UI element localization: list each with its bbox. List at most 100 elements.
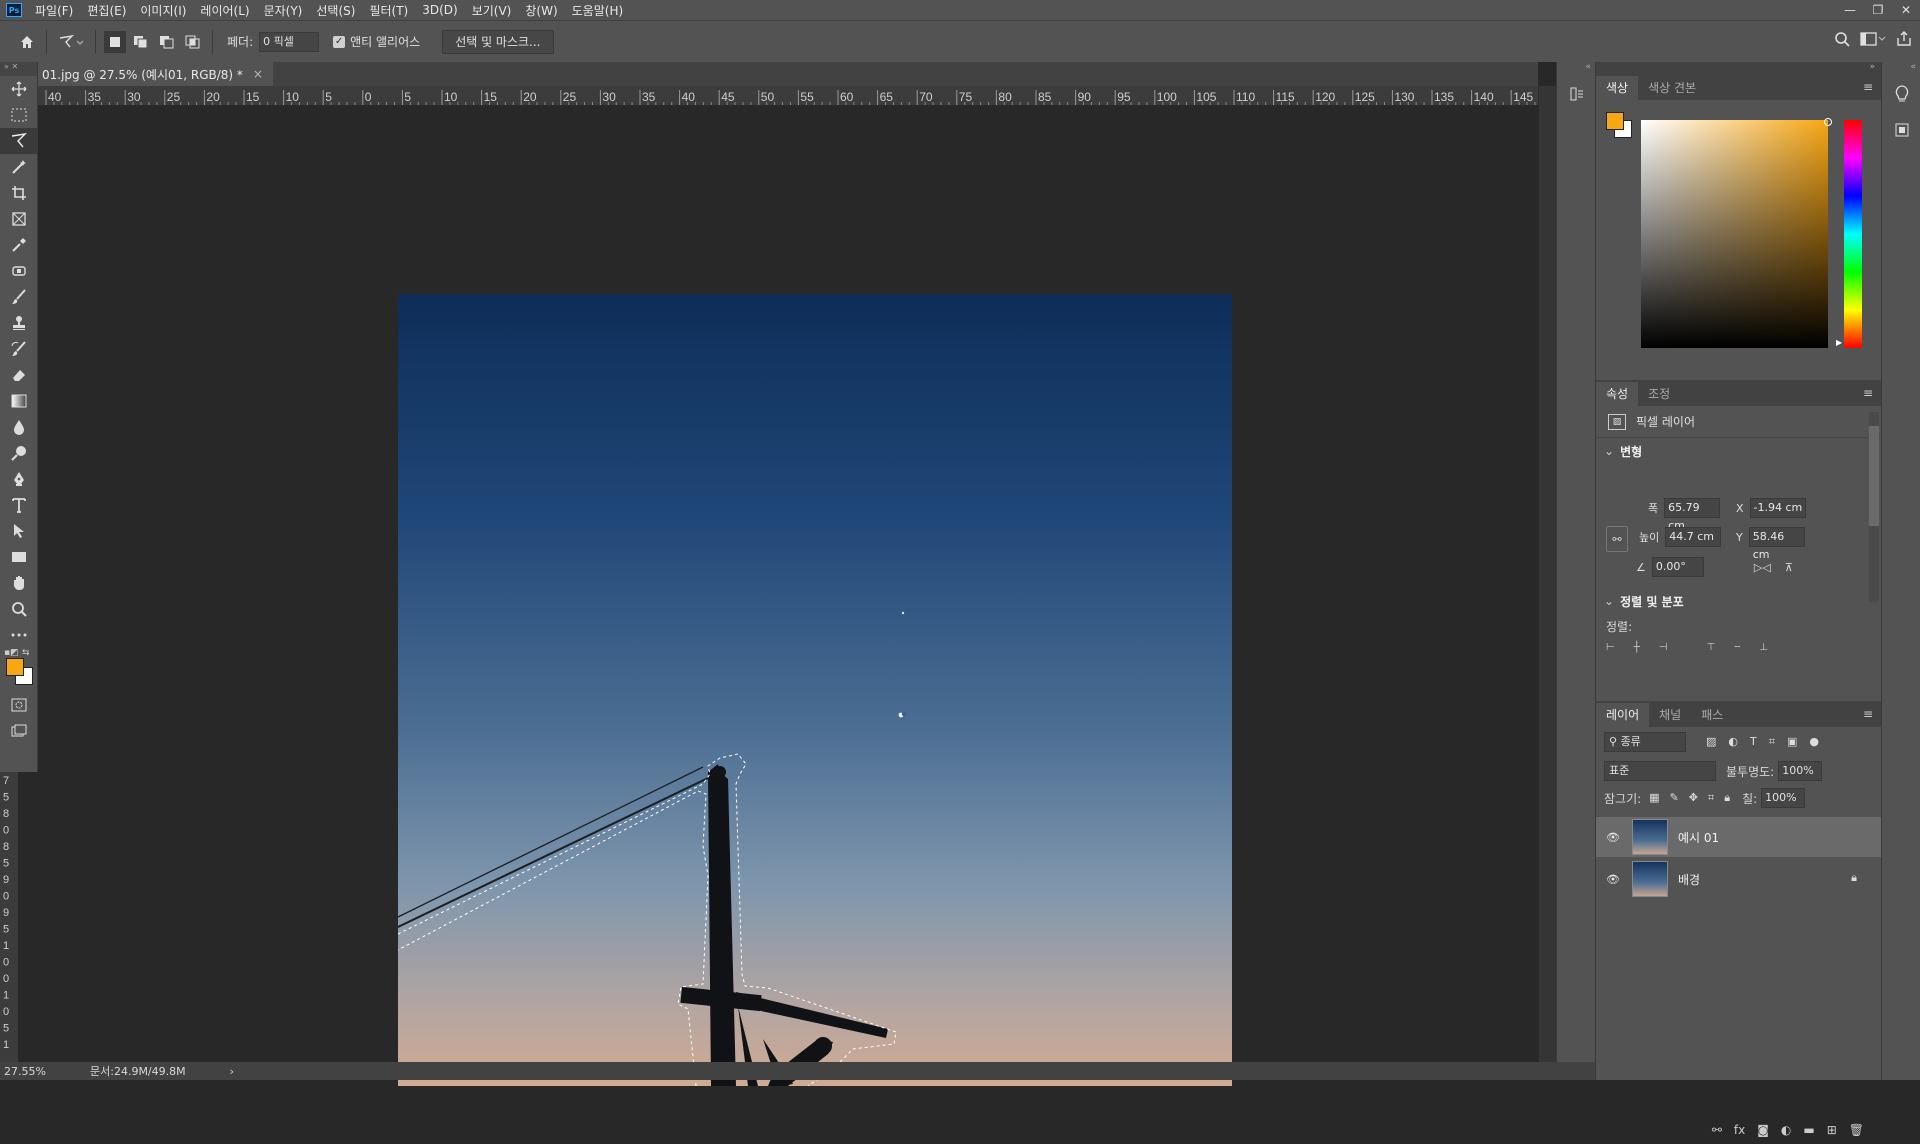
properties-scrollbar[interactable] bbox=[1869, 412, 1879, 602]
brush-icon[interactable] bbox=[0, 284, 38, 310]
opacity-input[interactable]: 100% bbox=[1778, 761, 1823, 781]
align-section-header[interactable]: ⌄ 정렬 및 분포 bbox=[1596, 588, 1866, 614]
visibility-eye-icon[interactable]: 👁︎ bbox=[1606, 873, 1622, 886]
document-image[interactable] bbox=[398, 294, 1232, 1086]
tab-channels[interactable]: 채널 bbox=[1649, 703, 1691, 727]
foreground-color-swatch[interactable] bbox=[6, 658, 24, 676]
toolbar-collapse-handle[interactable]: » ✕ bbox=[0, 62, 37, 76]
history-panel-icon[interactable] bbox=[1557, 76, 1596, 112]
delete-layer-icon[interactable]: 🗑︎ bbox=[1849, 1123, 1864, 1137]
x-input[interactable]: -1.94 cm bbox=[1749, 498, 1806, 518]
new-group-icon[interactable]: ▬ bbox=[1803, 1123, 1814, 1137]
add-to-selection-icon[interactable] bbox=[130, 31, 152, 53]
menu-image[interactable]: 이미지(I) bbox=[133, 2, 193, 19]
quick-mask-icon[interactable] bbox=[0, 692, 38, 718]
y-input[interactable]: 58.46 cm bbox=[1748, 527, 1805, 561]
menu-file[interactable]: 파일(F) bbox=[28, 2, 80, 19]
frame-icon[interactable] bbox=[0, 206, 38, 232]
menu-help[interactable]: 도움말(H) bbox=[565, 2, 631, 19]
menu-type[interactable]: 문자(Y) bbox=[257, 2, 310, 19]
home-icon[interactable] bbox=[16, 31, 38, 53]
layer-row[interactable]: 👁︎ 배경 🔒︎ bbox=[1596, 859, 1881, 899]
fill-input[interactable]: 100% bbox=[1761, 788, 1806, 808]
flip-horizontal-icon[interactable]: ▷◁ bbox=[1754, 561, 1771, 574]
search-icon[interactable] bbox=[1834, 31, 1850, 50]
filter-toggle-icon[interactable]: ● bbox=[1809, 735, 1819, 749]
crop-icon[interactable] bbox=[0, 180, 38, 206]
tab-adjustments[interactable]: 조정 bbox=[1638, 382, 1680, 406]
new-layer-icon[interactable]: ⊞ bbox=[1827, 1123, 1837, 1137]
polygonal-lasso-icon[interactable] bbox=[0, 128, 38, 154]
menu-filter[interactable]: 필터(T) bbox=[362, 2, 415, 19]
magic-wand-icon[interactable] bbox=[0, 154, 38, 180]
close-window-icon[interactable]: ✕ bbox=[1892, 0, 1920, 20]
add-mask-icon[interactable]: ◙ bbox=[1757, 1123, 1769, 1137]
hue-slider[interactable] bbox=[1844, 120, 1862, 348]
path-select-icon[interactable] bbox=[0, 518, 38, 544]
menu-3d[interactable]: 3D(D) bbox=[415, 3, 464, 17]
hand-icon[interactable] bbox=[0, 570, 38, 596]
subtract-selection-icon[interactable] bbox=[156, 31, 178, 53]
menu-select[interactable]: 선택(S) bbox=[309, 2, 362, 19]
workspace-icon[interactable] bbox=[1860, 31, 1886, 50]
filter-pixel-icon[interactable]: ▨ bbox=[1706, 735, 1716, 749]
swap-colors-icon[interactable]: ⇆ bbox=[22, 648, 30, 658]
tab-layers[interactable]: 레이어 bbox=[1596, 703, 1650, 727]
flip-vertical-icon[interactable]: ⊼ bbox=[1785, 561, 1793, 574]
link-dimensions-icon[interactable]: ⚯ bbox=[1606, 526, 1628, 552]
align-center-icon[interactable]: ┼ bbox=[1634, 642, 1640, 653]
eraser-icon[interactable] bbox=[0, 362, 38, 388]
width-input[interactable]: 65.79 cm bbox=[1664, 498, 1721, 532]
align-left-icon[interactable]: ⊢ bbox=[1606, 642, 1615, 653]
lock-transparent-icon[interactable]: ▦ bbox=[1649, 791, 1659, 805]
color-picker-marker[interactable] bbox=[1824, 118, 1832, 126]
intersect-selection-icon[interactable] bbox=[182, 31, 204, 53]
dodge-icon[interactable] bbox=[0, 440, 38, 466]
menu-layer[interactable]: 레이어(L) bbox=[193, 2, 256, 19]
color-field[interactable] bbox=[1641, 120, 1828, 348]
learn-lightbulb-icon[interactable] bbox=[1882, 76, 1920, 112]
kind-filter-select[interactable]: ⚲ 종류 bbox=[1604, 732, 1686, 752]
healing-icon[interactable] bbox=[0, 258, 38, 284]
lock-image-icon[interactable]: ✎ bbox=[1670, 791, 1679, 805]
history-brush-icon[interactable] bbox=[0, 336, 38, 362]
link-layers-icon[interactable]: ⚯ bbox=[1712, 1123, 1722, 1137]
filter-adjustment-icon[interactable]: ◐ bbox=[1728, 735, 1738, 749]
hue-slider-handle[interactable]: ▶ bbox=[1836, 338, 1842, 347]
align-right-icon[interactable]: ⊣ bbox=[1659, 642, 1668, 653]
status-menu-arrow[interactable]: › bbox=[230, 1065, 234, 1078]
canvas-area[interactable] bbox=[38, 106, 1538, 1086]
panel-menu-icon[interactable]: ≡ bbox=[1863, 386, 1873, 400]
move-icon[interactable] bbox=[0, 76, 38, 102]
zoom-icon[interactable] bbox=[0, 596, 38, 622]
panels-collapse-handle[interactable]: » bbox=[1596, 62, 1881, 74]
blend-mode-select[interactable]: 표준 bbox=[1604, 761, 1716, 781]
color-swatches[interactable]: ▪◩ ⇆ bbox=[0, 648, 37, 692]
panel-menu-icon[interactable]: ≡ bbox=[1863, 707, 1873, 721]
anti-alias-checkbox[interactable]: ✓ bbox=[333, 35, 346, 48]
lock-artboard-icon[interactable]: ⌗ bbox=[1708, 791, 1714, 805]
vertical-ruler[interactable]: 7 5 8 0 8 5 9 0 9 5 1 0 0 1 0 5 1 bbox=[0, 772, 18, 1062]
panel-menu-icon[interactable]: ≡ bbox=[1863, 80, 1873, 94]
eyedropper-icon[interactable] bbox=[0, 232, 38, 258]
layer-style-icon[interactable]: fx bbox=[1734, 1123, 1745, 1137]
visibility-eye-icon[interactable]: 👁︎ bbox=[1606, 831, 1622, 844]
new-selection-icon[interactable] bbox=[104, 30, 126, 53]
tool-preset-polygonal-lasso-icon[interactable] bbox=[55, 31, 87, 53]
document-tab[interactable]: 01.jpg @ 27.5% (예시01, RGB/8) * × bbox=[38, 62, 273, 86]
tab-color[interactable]: 색상 bbox=[1596, 76, 1639, 100]
collapse-panels-icon[interactable]: « bbox=[1557, 62, 1595, 76]
new-adjustment-icon[interactable]: ◐ bbox=[1781, 1123, 1791, 1137]
rectangle-icon[interactable] bbox=[0, 544, 38, 570]
filter-type-icon[interactable]: T bbox=[1750, 735, 1757, 749]
lock-all-icon[interactable]: 🔒︎ bbox=[1724, 791, 1730, 805]
libraries-icon[interactable] bbox=[1882, 112, 1920, 148]
lock-position-icon[interactable]: ✥ bbox=[1689, 791, 1698, 805]
more-icon[interactable] bbox=[0, 622, 38, 648]
feather-input[interactable]: 0 픽셀 bbox=[259, 31, 320, 52]
pen-icon[interactable] bbox=[0, 466, 38, 492]
menu-view[interactable]: 보기(V) bbox=[465, 2, 519, 19]
horizontal-ruler[interactable]: 40 35 30 25 20 15 10 5 0 5 10 15 20 25 30 35 40 45 50 55 60 6… bbox=[38, 86, 1538, 106]
menu-window[interactable]: 창(W) bbox=[518, 2, 564, 19]
layer-row[interactable]: 👁︎ 예시 01 bbox=[1596, 817, 1881, 857]
